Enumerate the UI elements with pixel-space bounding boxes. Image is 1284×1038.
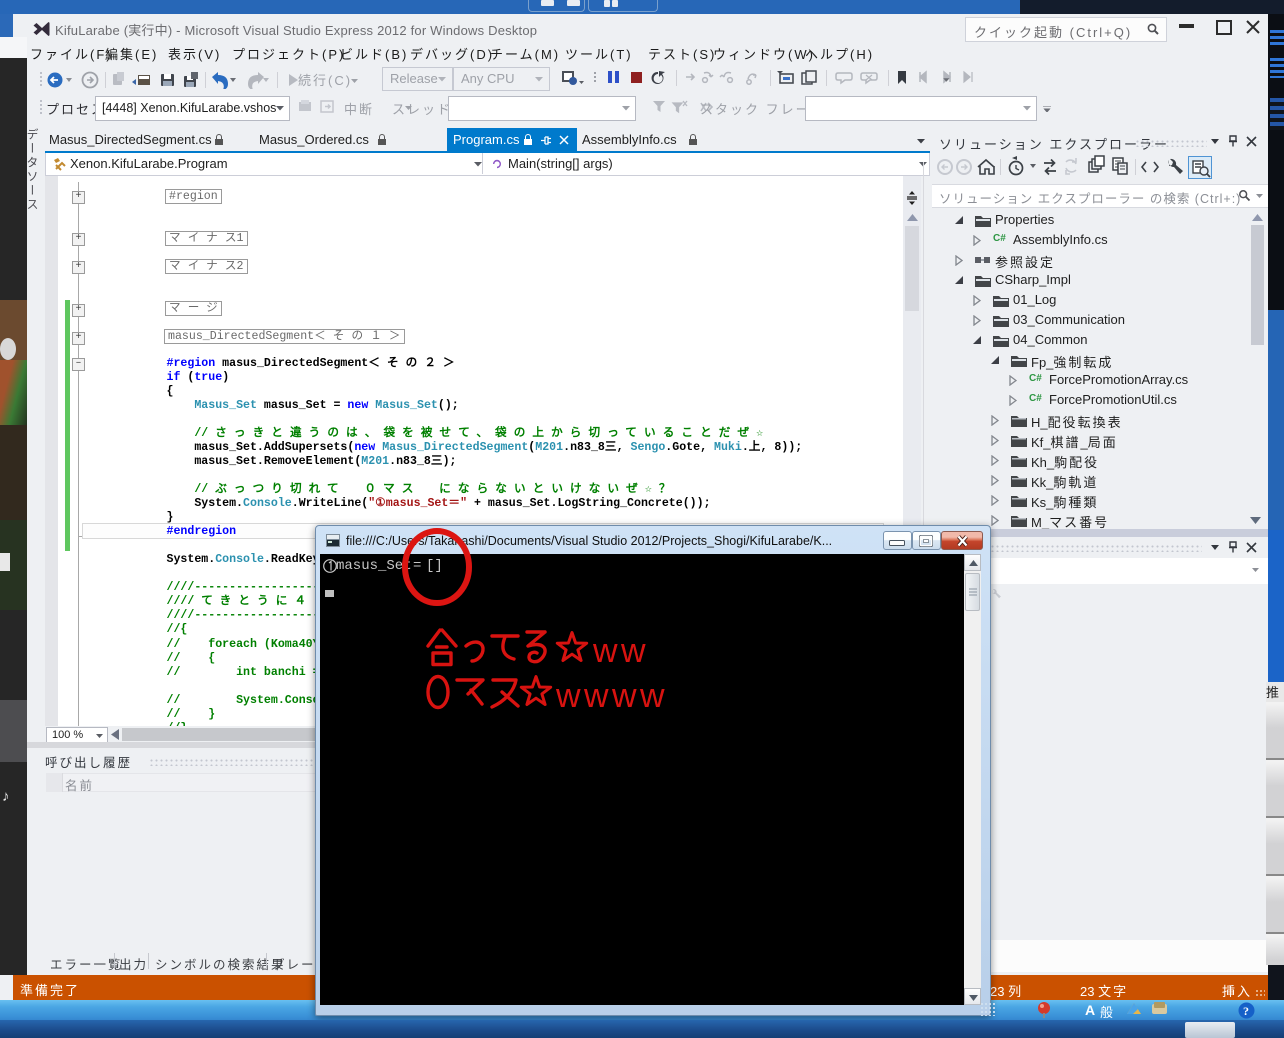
svg-text:w: w (592, 632, 618, 670)
svg-text:w: w (620, 632, 646, 670)
svg-text:w: w (639, 677, 665, 715)
svg-text:w: w (555, 677, 581, 715)
svg-text:w: w (583, 677, 609, 715)
svg-text:w: w (611, 677, 637, 715)
svg-text:?: ? (1243, 1004, 1249, 1018)
